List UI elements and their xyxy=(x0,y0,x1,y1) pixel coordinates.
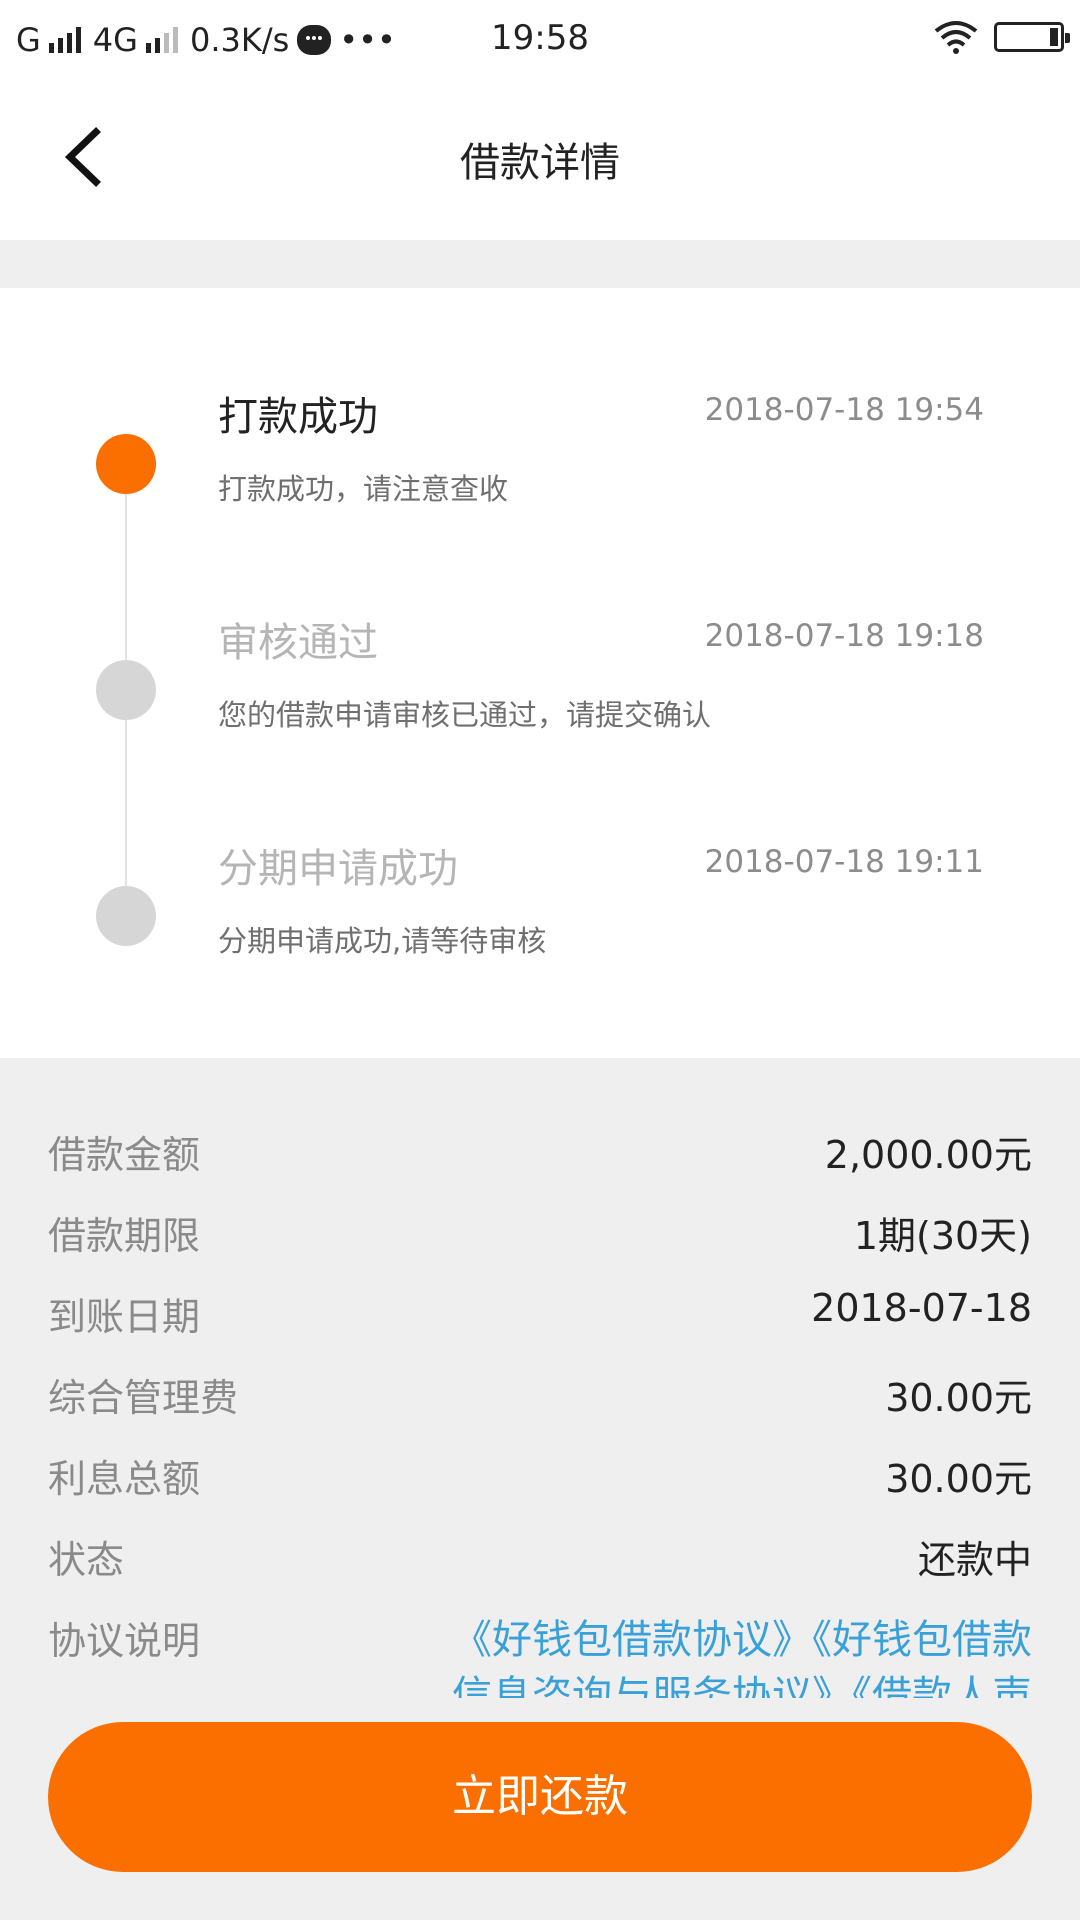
agreement-link[interactable]: 《好钱包借款协议》《好钱包借款 xyxy=(452,1617,1032,1663)
detail-label: 状态 xyxy=(48,1538,125,1582)
detail-value: 2,000.00元 xyxy=(824,1133,1032,1177)
agreement-links: 《好钱包借款协议》《好钱包借款 信息咨询与服务协议》《借款人声 xyxy=(390,1612,1032,1724)
detail-value: 30.00元 xyxy=(885,1376,1032,1420)
detail-row-interest: 利息总额 30.00元 xyxy=(0,1432,1080,1512)
repay-now-button[interactable]: 立即还款 xyxy=(48,1722,1032,1872)
wifi-icon xyxy=(934,21,978,54)
nav-bar: 借款详情 xyxy=(0,78,1080,240)
detail-row-arrival-date: 到账日期 2018-07-18 xyxy=(0,1270,1080,1350)
detail-label: 借款金额 xyxy=(48,1133,201,1177)
timeline-step-approved: 审核通过 2018-07-18 19:18 您的借款申请审核已通过，请提交确认 xyxy=(0,604,1080,794)
battery-icon xyxy=(994,22,1070,52)
detail-label: 综合管理费 xyxy=(48,1376,239,1420)
step-time: 2018-07-18 19:18 xyxy=(704,618,984,654)
detail-row-agreement: 协议说明 《好钱包借款协议》《好钱包借款 信息咨询与服务协议》《借款人声 xyxy=(0,1594,1080,1724)
section-divider xyxy=(0,240,1080,288)
detail-row-term: 借款期限 1期(30天) xyxy=(0,1189,1080,1269)
timeline-dot-inactive-icon xyxy=(96,886,156,946)
loan-progress-timeline: 打款成功 2018-07-18 19:54 打款成功，请注意查收 审核通过 20… xyxy=(0,288,1080,1058)
detail-row-status: 状态 还款中 xyxy=(0,1513,1080,1593)
timeline-dot-inactive-icon xyxy=(96,660,156,720)
detail-label: 利息总额 xyxy=(48,1457,201,1501)
detail-value: 1期(30天) xyxy=(853,1214,1032,1258)
step-title: 分期申请成功 xyxy=(218,846,458,892)
detail-value: 30.00元 xyxy=(885,1457,1032,1501)
detail-row-management-fee: 综合管理费 30.00元 xyxy=(0,1351,1080,1431)
step-description: 您的借款申请审核已通过，请提交确认 xyxy=(218,698,712,732)
detail-value: 2018-07-18 xyxy=(811,1286,1032,1330)
timeline-step-applied: 分期申请成功 2018-07-18 19:11 分期申请成功,请等待审核 xyxy=(0,830,1080,1020)
detail-label: 借款期限 xyxy=(48,1214,201,1258)
step-time: 2018-07-18 19:11 xyxy=(704,844,984,880)
step-title: 打款成功 xyxy=(218,394,378,440)
detail-label: 协议说明 xyxy=(48,1619,201,1663)
page-title: 借款详情 xyxy=(460,140,620,186)
timeline-step-paid: 打款成功 2018-07-18 19:54 打款成功，请注意查收 xyxy=(0,378,1080,568)
detail-row-amount: 借款金额 2,000.00元 xyxy=(0,1108,1080,1188)
detail-label: 到账日期 xyxy=(48,1295,201,1339)
step-description: 分期申请成功,请等待审核 xyxy=(218,924,547,958)
status-bar: G 4G 0.3K/s ••• 19:58 xyxy=(0,0,1080,78)
step-description: 打款成功，请注意查收 xyxy=(218,472,509,506)
step-title: 审核通过 xyxy=(218,620,378,666)
agreement-link[interactable]: 信息咨询与服务协议》《借款人声 xyxy=(452,1673,1032,1698)
status-right xyxy=(934,20,1070,54)
timeline-dot-active-icon xyxy=(96,434,156,494)
status-badge: 还款中 xyxy=(917,1538,1032,1582)
step-time: 2018-07-18 19:54 xyxy=(704,392,984,428)
status-time: 19:58 xyxy=(491,18,589,58)
